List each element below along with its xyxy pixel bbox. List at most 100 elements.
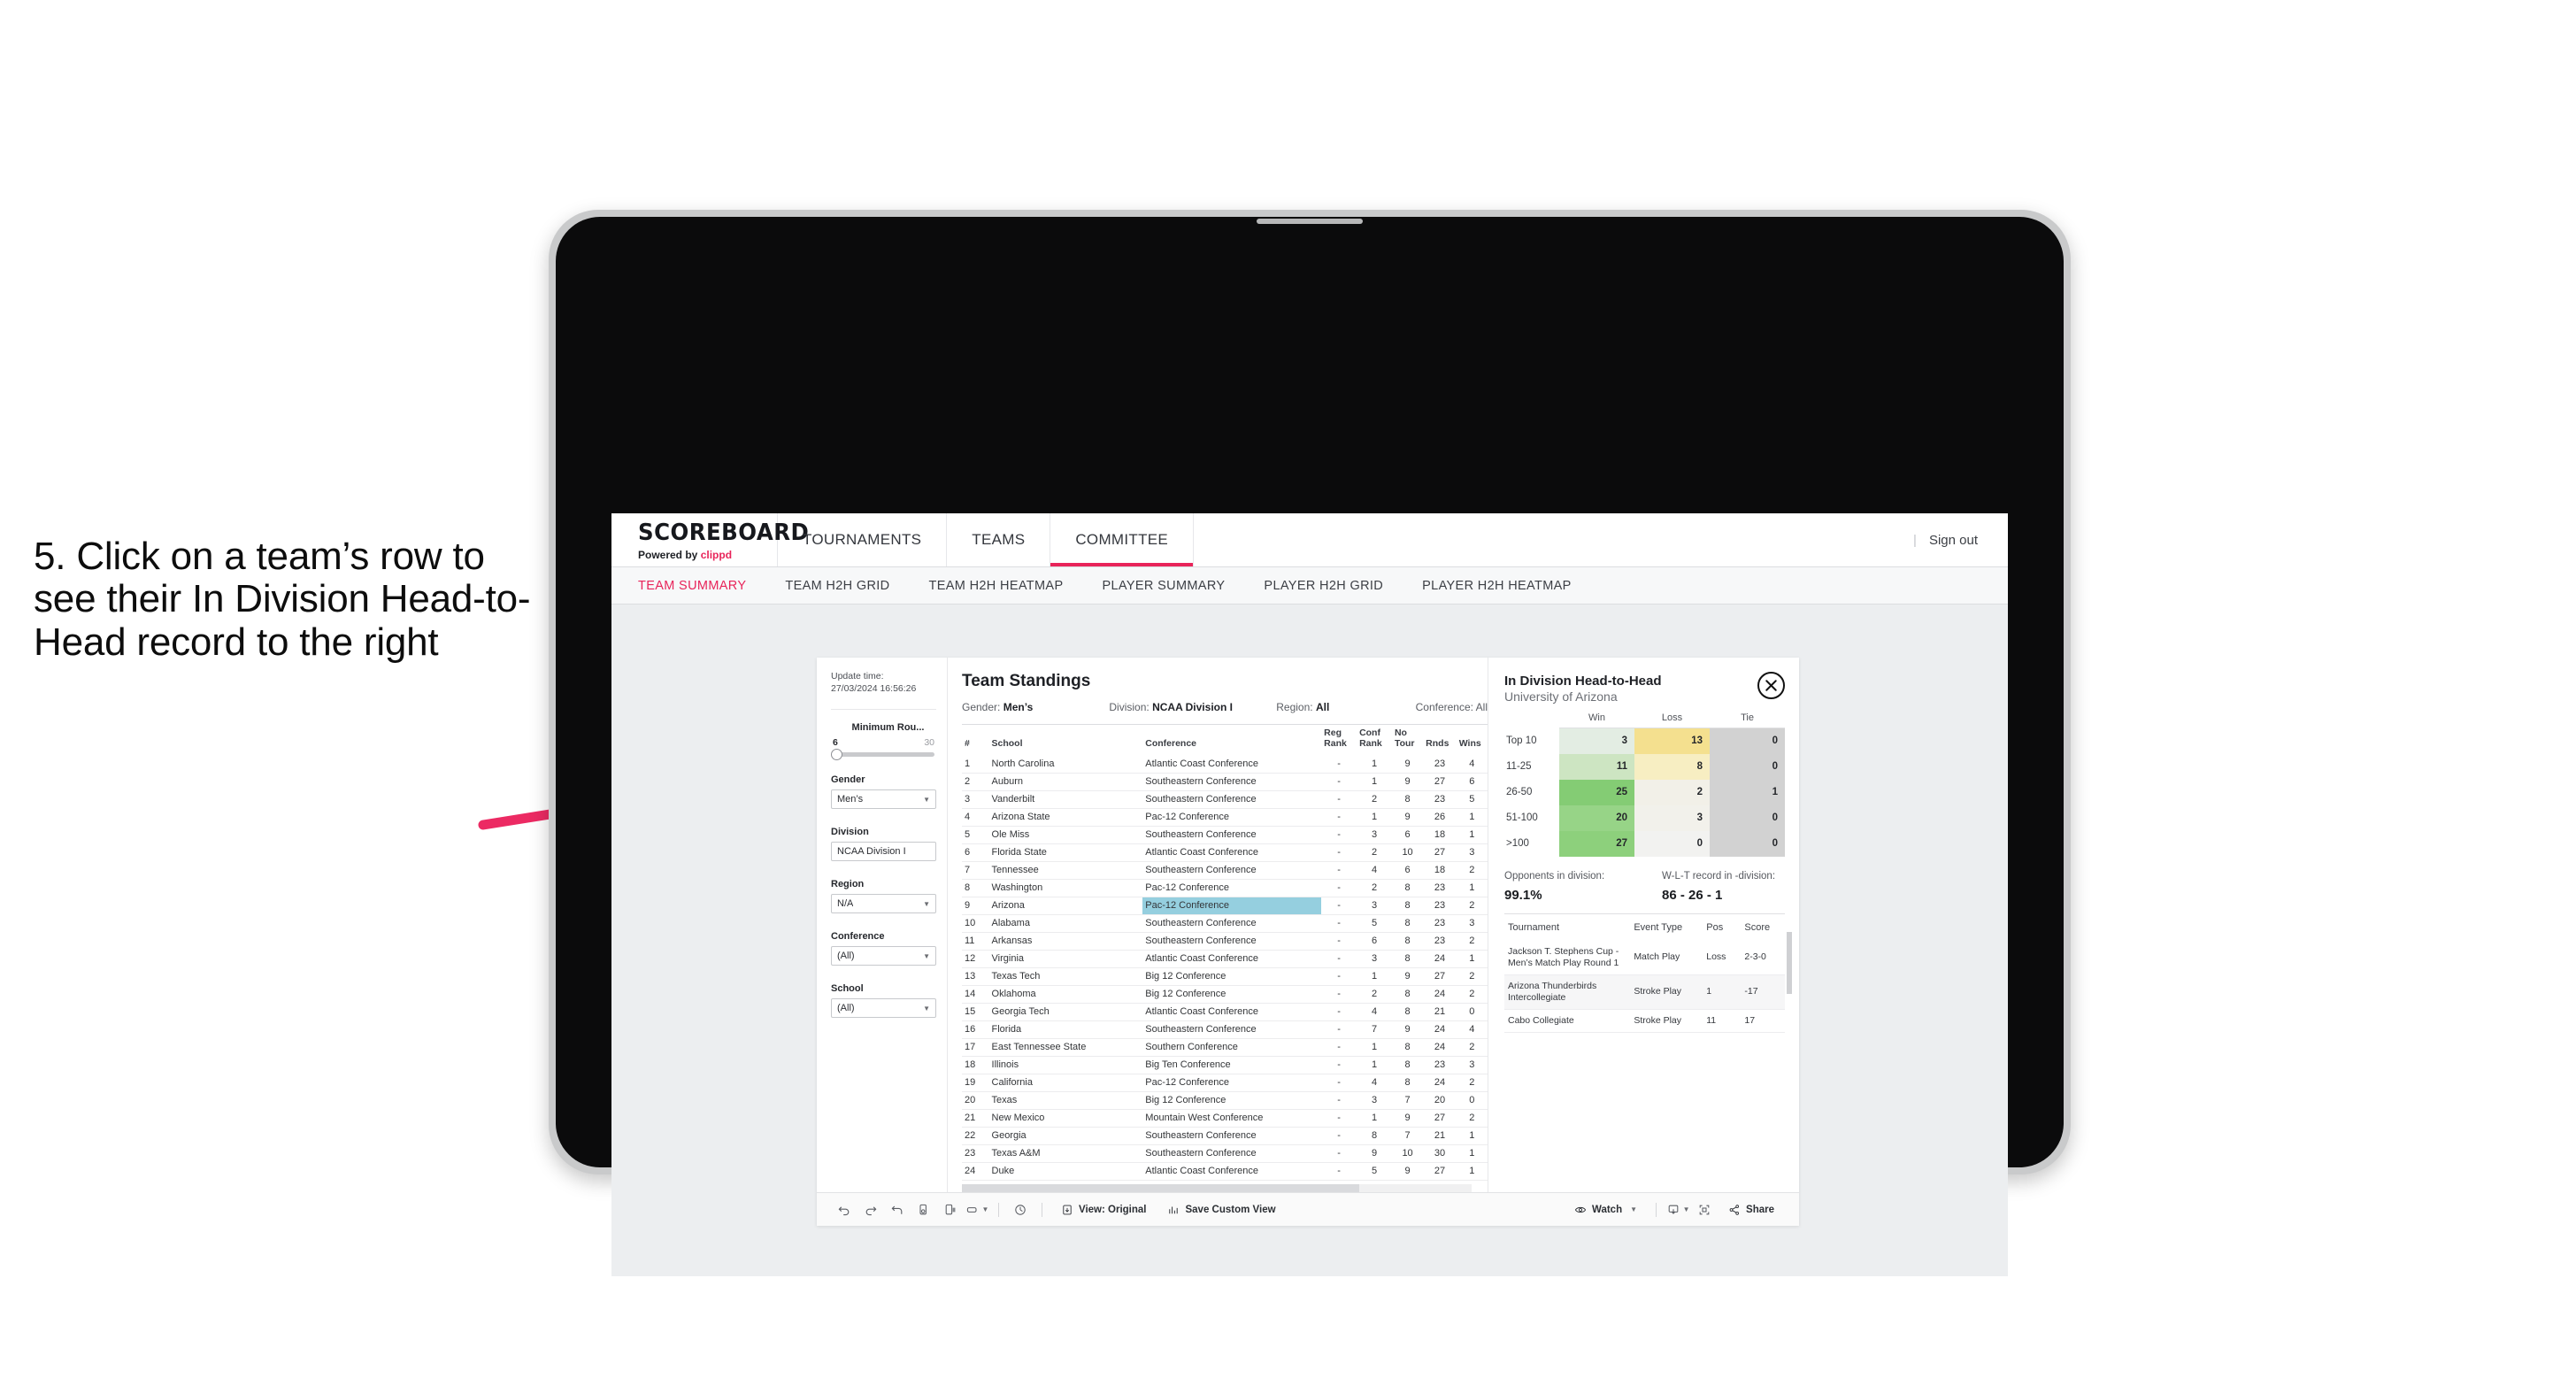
table-row[interactable]: 12 Virginia Atlantic Coast Conference -3 8 24… xyxy=(962,950,1488,968)
table-row[interactable]: 20 Texas Big 12 Conference -3 7 20 0 xyxy=(962,1091,1488,1110)
cell-cr: 5 xyxy=(1357,914,1392,933)
undo-icon[interactable] xyxy=(831,1198,857,1221)
table-row[interactable]: 17 East Tennessee State Southern Conferenc… xyxy=(962,1038,1488,1057)
refresh-data-icon[interactable] xyxy=(911,1198,937,1221)
tournament-cell-pos: 11 xyxy=(1703,1009,1742,1034)
redo-icon[interactable] xyxy=(857,1198,884,1221)
table-row[interactable]: 2 Auburn Southeastern Conference -1 9 27 6 xyxy=(962,773,1488,791)
tournament-row[interactable]: Arizona Thunderbirds Intercollegiate Stro… xyxy=(1504,974,1785,1011)
slider-handle[interactable] xyxy=(831,749,842,761)
table-row[interactable]: 18 Illinois Big Ten Conference -1 8 23 3 xyxy=(962,1056,1488,1074)
school-select[interactable]: (All) ▼ xyxy=(831,998,936,1019)
table-row[interactable]: 21 New Mexico Mountain West Conference -1 9 2… xyxy=(962,1109,1488,1128)
cell-rr: - xyxy=(1321,1074,1357,1092)
table-row[interactable]: 3 Vanderbilt Southeastern Conference -2 8 23 5 xyxy=(962,790,1488,809)
cell-conf: Southeastern Conference xyxy=(1142,826,1322,844)
nav-item-committee[interactable]: COMMITTEE xyxy=(1050,513,1195,566)
cell-wn: 3 xyxy=(1456,1056,1488,1074)
tab-player-h2h-grid[interactable]: PLAYER H2H GRID xyxy=(1264,579,1406,593)
cell-rn: 27 xyxy=(1423,967,1457,986)
table-row[interactable]: 24 Duke Atlantic Coast Conference -5 9 27 1 xyxy=(962,1162,1488,1181)
h2h-col-loss: Loss xyxy=(1634,712,1710,728)
table-row[interactable]: 5 Ole Miss Southeastern Conference -3 6 18 1 xyxy=(962,826,1488,844)
cell-rn: 21 xyxy=(1423,1003,1457,1021)
tournament-row[interactable]: Jackson T. Stephens Cup - Men’s Match Pl… xyxy=(1504,940,1785,975)
cell-wn: 2 xyxy=(1456,1109,1488,1128)
download-icon[interactable]: ▼ xyxy=(1665,1198,1691,1221)
gender-select[interactable]: Men’s ▼ xyxy=(831,789,936,810)
region-select[interactable]: N/A ▼ xyxy=(831,894,936,914)
cell-rn: 24 xyxy=(1423,950,1457,968)
cell-num: 21 xyxy=(962,1109,989,1128)
cell-rr: - xyxy=(1321,1038,1357,1057)
standings-table-scroll[interactable]: # School Conference Reg Rank Conf Rank N… xyxy=(962,724,1488,1182)
table-row[interactable]: 6 Florida State Atlantic Coast Conference -… xyxy=(962,843,1488,862)
table-row[interactable]: 23 Texas A&M Southeastern Conference -9 10 30… xyxy=(962,1144,1488,1163)
table-row[interactable]: 11 Arkansas Southeastern Conference -6 8 23 2 xyxy=(962,932,1488,951)
tab-team-h2h-grid[interactable]: TEAM H2H GRID xyxy=(785,579,912,593)
h2h-row: >100 27 0 0 xyxy=(1504,830,1785,857)
watch-button[interactable]: Watch ▼ xyxy=(1564,1204,1648,1216)
view-original-button[interactable]: View: Original xyxy=(1050,1204,1157,1216)
division-select[interactable]: NCAA Division I xyxy=(831,842,936,862)
pause-auto-update-icon[interactable] xyxy=(1007,1198,1034,1221)
tab-player-summary[interactable]: PLAYER SUMMARY xyxy=(1102,579,1248,593)
table-row[interactable]: 9 Arizona Pac-12 Conference -3 8 23 2 xyxy=(962,897,1488,915)
save-custom-view-button[interactable]: Save Custom View xyxy=(1157,1204,1286,1216)
tournament-body: Jackson T. Stephens Cup - Men’s Match Pl… xyxy=(1504,940,1785,1034)
cell-school: Florida State xyxy=(988,843,1143,862)
revert-icon[interactable] xyxy=(884,1198,911,1221)
table-row[interactable]: 15 Georgia Tech Atlantic Coast Conference -… xyxy=(962,1003,1488,1021)
division-label: Division xyxy=(831,827,869,838)
scrollbar-thumb[interactable] xyxy=(962,1184,1360,1192)
cell-num: 16 xyxy=(962,1020,989,1039)
nav-item-tournaments[interactable]: TOURNAMENTS xyxy=(778,513,948,566)
cell-cr: 5 xyxy=(1357,1162,1392,1181)
signout-link[interactable]: Sign out xyxy=(1929,533,1978,548)
table-row[interactable]: 7 Tennessee Southeastern Conference -4 6 18 2 xyxy=(962,861,1488,880)
close-icon[interactable] xyxy=(1757,672,1785,699)
pause-updates-icon[interactable] xyxy=(937,1198,964,1221)
cell-wn: 0 xyxy=(1456,1003,1488,1021)
panel-scrollbar[interactable] xyxy=(1787,932,1792,994)
col-event-type: Event Type xyxy=(1634,921,1683,933)
device-layout-icon[interactable]: ▼ xyxy=(964,1198,990,1221)
cell-conf: Atlantic Coast Conference xyxy=(1142,755,1322,774)
nav-item-teams[interactable]: TEAMS xyxy=(947,513,1051,566)
cell-rn: 30 xyxy=(1423,1144,1457,1163)
table-row[interactable]: 25OregonPac-12 Conference-57210 xyxy=(962,1180,1488,1182)
table-row[interactable]: 19 California Pac-12 Conference -4 8 24 2 xyxy=(962,1074,1488,1092)
bottom-toolbar: ▼ View: Original Save Custom View Watch … xyxy=(817,1192,1799,1226)
table-row[interactable]: 4 Arizona State Pac-12 Conference -1 9 26 1 xyxy=(962,808,1488,827)
cell-rr: - xyxy=(1321,1056,1357,1074)
cell-num: 10 xyxy=(962,914,989,933)
cell-wn: 0 xyxy=(1456,1180,1488,1182)
share-button[interactable]: Share xyxy=(1718,1204,1785,1216)
table-row[interactable]: 16 Florida Southeastern Conference -7 9 24 4 xyxy=(962,1020,1488,1039)
tournament-cell-score: -17 xyxy=(1741,974,1785,1011)
table-row[interactable]: 10 Alabama Southeastern Conference -5 8 23 3 xyxy=(962,914,1488,933)
minimum-rounds-slider[interactable] xyxy=(831,749,934,761)
cell-rr: - xyxy=(1321,914,1357,933)
fullscreen-icon[interactable] xyxy=(1691,1198,1718,1221)
cell-cr: 1 xyxy=(1357,755,1392,774)
horizontal-scrollbar[interactable] xyxy=(962,1184,1472,1192)
h2h-cell-win: 11 xyxy=(1559,753,1634,780)
table-row[interactable]: 1 North Carolina Atlantic Coast Conference… xyxy=(962,755,1488,774)
tab-team-summary[interactable]: TEAM SUMMARY xyxy=(638,579,769,593)
meta-region-value: All xyxy=(1315,701,1330,713)
cell-wn: 2 xyxy=(1456,1074,1488,1092)
table-row[interactable]: 22 Georgia Southeastern Conference -8 7 21 1 xyxy=(962,1127,1488,1145)
tab-team-h2h-heatmap[interactable]: TEAM H2H HEATMAP xyxy=(929,579,1087,593)
cell-conf: Southeastern Conference xyxy=(1142,861,1322,880)
tournament-row[interactable]: Cabo Collegiate Stroke Play 11 17 xyxy=(1504,1009,1785,1034)
conference-label: Conference xyxy=(831,931,885,943)
table-row[interactable]: 8 Washington Pac-12 Conference -2 8 23 1 xyxy=(962,879,1488,897)
conference-select[interactable]: (All) ▼ xyxy=(831,946,936,966)
cell-conf: Atlantic Coast Conference xyxy=(1142,950,1322,968)
kpi-opponents-value: 99.1% xyxy=(1504,887,1542,903)
table-row[interactable]: 14 Oklahoma Big 12 Conference -2 8 24 2 xyxy=(962,985,1488,1004)
cell-nt: 8 xyxy=(1391,1003,1424,1021)
tab-player-h2h-heatmap[interactable]: PLAYER H2H HEATMAP xyxy=(1422,579,1595,593)
table-row[interactable]: 13 Texas Tech Big 12 Conference -1 9 27 2 xyxy=(962,967,1488,986)
